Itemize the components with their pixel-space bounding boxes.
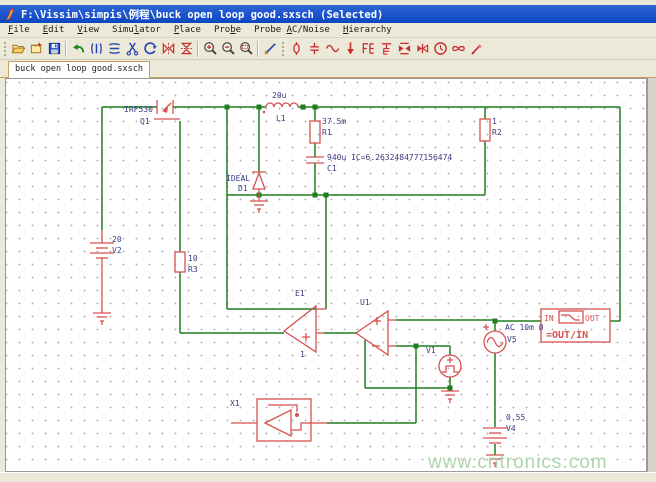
label-v5-ref: V5 [507,335,517,344]
component-d1-diode[interactable] [252,172,266,195]
label-c1-value: 940u IC=6.2632484777156474 [327,153,452,162]
component-r2-resistor[interactable] [480,119,490,141]
component-l1-inductor[interactable] [263,103,298,113]
label-r3-ref: R3 [188,265,198,274]
label-v1-ref: V1 [426,346,436,355]
label-u1-ref: U1 [360,298,370,307]
component-r3-resistor[interactable] [175,252,185,272]
meter-in-label: IN [544,314,554,323]
label-v4-ref: V4 [506,424,516,433]
label-r1-ref: R1 [322,128,332,137]
component-v4-battery[interactable] [483,428,507,443]
label-x1-ref: X1 [230,399,240,408]
label-v2-ref: V2 [112,246,122,255]
wire-junctions [225,105,498,391]
meter-expr-label: =OUT/IN [546,330,588,341]
component-u1-comparator[interactable] [356,311,396,355]
ground-d1[interactable] [250,195,268,213]
label-l1-ref: L1 [276,114,286,123]
label-v2-value: 20 [112,235,122,244]
schematic-drawing: IN OUT =OUT/IN IRF530 Q1 20u L1 37.5m R1… [0,0,656,482]
label-e1-ref: E1 [295,289,305,298]
label-q1-part: IRF530 [124,105,153,114]
meter-out-label: OUT [585,314,600,323]
label-d1-value: IDEAL [226,174,250,183]
component-x1-subcircuit[interactable] [231,399,327,441]
component-r1-resistor[interactable] [310,121,320,143]
component-loop-gain-meter[interactable]: IN OUT =OUT/IN [541,309,610,342]
component-e1-vcvs[interactable] [284,306,326,352]
label-d1-ref: D1 [238,184,248,193]
label-r3-value: 10 [188,254,198,263]
component-c1-capacitor[interactable] [306,157,324,163]
component-v1-pulse-source[interactable] [439,355,461,377]
component-v2-battery[interactable] [90,230,114,313]
component-q1-mosfet[interactable] [154,100,180,119]
label-v5-value: AC 10m 0 [505,323,544,332]
ground-v1[interactable] [441,391,459,403]
ground-v2[interactable] [93,313,111,325]
watermark: www.cntronics.com [428,452,608,474]
label-c1-ref: C1 [327,164,337,173]
label-q1-ref: Q1 [140,117,150,126]
schematic-labels[interactable]: IRF530 Q1 20u L1 37.5m R1 940u IC=6.2632… [112,91,544,433]
label-l1-value: 20u [272,91,287,100]
label-r1-value: 37.5m [322,117,346,126]
label-e1-gain: 1 [300,350,305,359]
label-r2-ref: R2 [492,128,502,137]
label-v4-value: 0.55 [506,413,525,422]
label-r2-value: 1 [492,117,497,126]
